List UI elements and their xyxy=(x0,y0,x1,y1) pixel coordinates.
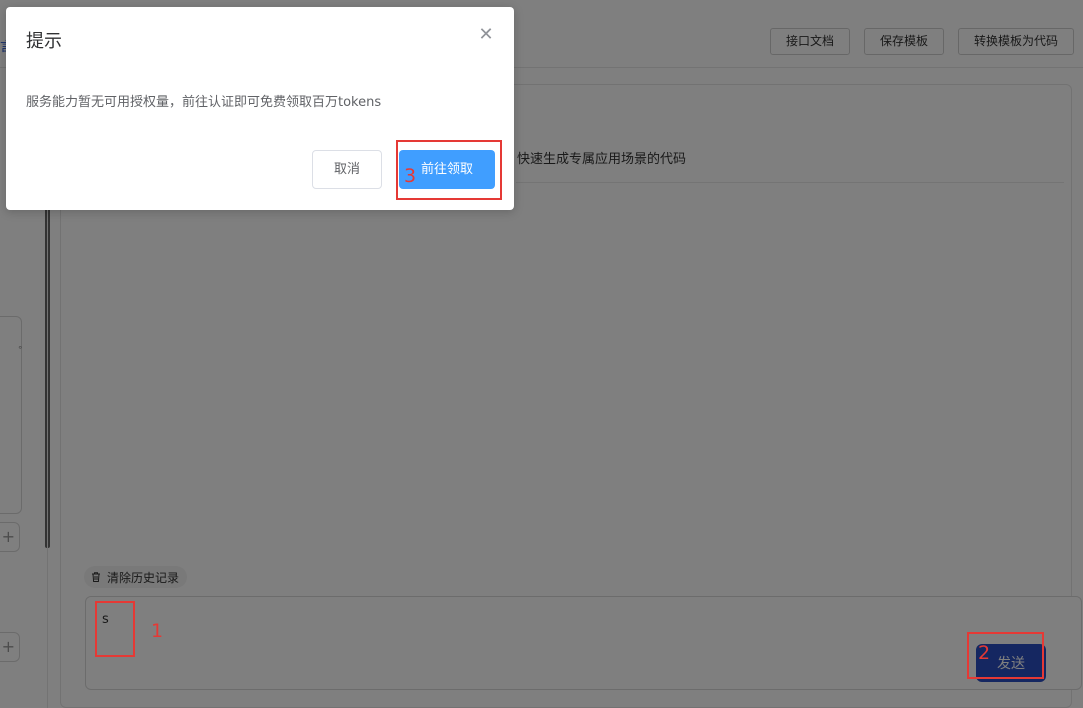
annotation-box xyxy=(95,601,135,657)
cancel-button[interactable]: 取消 xyxy=(312,150,382,189)
annotation-number: 1 xyxy=(151,620,164,642)
annotation-number: 3 xyxy=(404,165,417,187)
dialog-message: 服务能力暂无可用授权量，前往认证即可免费领取百万tokens xyxy=(26,95,382,110)
dialog-title: 提示 xyxy=(26,31,62,52)
annotation-number: 2 xyxy=(978,642,991,664)
close-icon[interactable]: ✕ xyxy=(476,25,496,45)
